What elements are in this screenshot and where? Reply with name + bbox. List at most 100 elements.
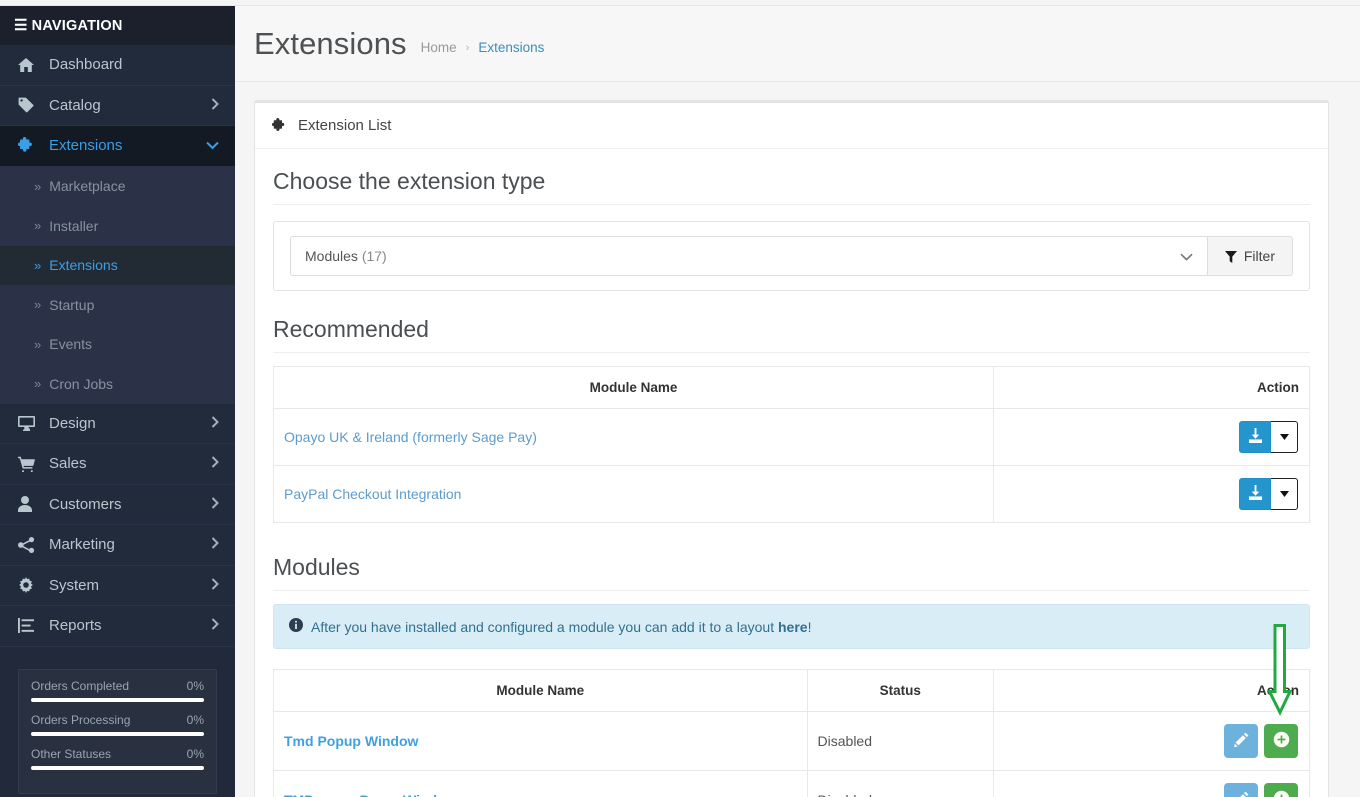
edit-button[interactable] [1224, 724, 1258, 758]
download-icon [1248, 428, 1263, 446]
download-button-group [1239, 421, 1298, 453]
alert-link[interactable]: here [778, 619, 808, 635]
sidebar-item-cron-jobs[interactable]: » Cron Jobs [0, 364, 235, 404]
sidebar-item-extensions-sub[interactable]: » Extensions [0, 245, 235, 285]
chevron-right-icon [211, 98, 219, 113]
filter-button-label: Filter [1243, 248, 1275, 264]
stat-orders-processing: Orders Processing 0% [31, 713, 204, 736]
filter-button[interactable]: Filter [1207, 236, 1293, 276]
download-dropdown-toggle[interactable] [1271, 478, 1298, 510]
double-chevron-icon: » [34, 178, 41, 194]
sidebar-item-customers[interactable]: Customers [0, 484, 235, 525]
edit-button[interactable] [1224, 783, 1258, 797]
extension-type-selected: Modules [305, 248, 358, 264]
alert-text-after: ! [807, 618, 812, 635]
col-module-name: Module Name [273, 669, 808, 712]
table-header-row: Module Name Action [272, 366, 1310, 409]
sidebar-label-reports: Reports [49, 617, 102, 635]
breadcrumb-extensions[interactable]: Extensions [478, 40, 544, 55]
sidebar-item-system[interactable]: System [0, 565, 235, 606]
sidebar-item-sales[interactable]: Sales [0, 444, 235, 485]
double-chevron-icon: » [34, 257, 41, 273]
caret-down-icon [1279, 489, 1289, 499]
stat-value: 0% [186, 746, 204, 761]
stat-value: 0% [186, 678, 204, 693]
sidebar-label-extensions: Extensions [49, 137, 123, 155]
col-action: Action [993, 366, 1310, 409]
chevron-down-icon [1180, 249, 1193, 264]
sidebar-item-extensions[interactable]: Extensions [0, 126, 235, 167]
sidebar-item-reports[interactable]: Reports [0, 606, 235, 647]
monitor-icon [18, 415, 40, 431]
sidebar-label-design: Design [49, 414, 96, 432]
sidebar-item-dashboard[interactable]: Dashboard [0, 45, 235, 86]
recommended-module-link[interactable]: Opayo UK & Ireland (formerly Sage Pay) [284, 429, 537, 445]
modules-table: Module Name Status Action Tmd Popup Wind… [273, 669, 1310, 797]
download-button[interactable] [1239, 421, 1271, 453]
sidebar-item-installer[interactable]: » Installer [0, 206, 235, 246]
sidebar: ☰ NAVIGATION Dashboard Catalog Extension… [0, 6, 235, 797]
sidebar-item-design[interactable]: Design [0, 403, 235, 444]
double-chevron-icon: » [34, 376, 41, 392]
modules-heading: Modules [273, 551, 1310, 591]
chevron-right-icon [211, 497, 219, 512]
report-icon [18, 618, 40, 634]
download-button[interactable] [1239, 478, 1271, 510]
sidebar-label-startup: Startup [49, 296, 95, 313]
extension-type-count: (17) [361, 248, 387, 264]
panel-body: Choose the extension type Modules (17) F… [255, 149, 1328, 797]
sidebar-label-customers: Customers [49, 495, 122, 513]
stat-progress-bar [31, 731, 204, 736]
sidebar-label-marketplace: Marketplace [49, 178, 126, 195]
alert-text: After you have installed and configured … [311, 619, 811, 635]
sidebar-label-installer: Installer [49, 217, 99, 234]
user-icon [18, 496, 40, 513]
recommended-module-link[interactable]: PayPal Checkout Integration [284, 486, 461, 502]
page-title: Extensions [254, 25, 407, 61]
plus-circle-icon [1273, 731, 1290, 751]
breadcrumb-home[interactable]: Home [421, 40, 457, 55]
sidebar-label-marketing: Marketing [49, 536, 115, 554]
tag-icon [18, 97, 40, 113]
main-content: Extensions Home › Extensions Extension L… [235, 6, 1360, 797]
filter-well: Modules (17) Filter [273, 221, 1310, 291]
download-dropdown-toggle[interactable] [1271, 421, 1298, 453]
sidebar-item-marketplace[interactable]: » Marketplace [0, 167, 235, 207]
chevron-right-icon: › [465, 41, 470, 54]
module-link[interactable]: TMD menu PopupWindow [284, 792, 457, 797]
navigation-header-label: NAVIGATION [31, 17, 123, 34]
hamburger-icon: ☰ [14, 17, 28, 34]
stat-label: Orders Processing [31, 712, 131, 727]
order-stats-box: Orders Completed 0% Orders Processing 0%… [18, 668, 217, 794]
alert-text-before: After you have installed and configured … [311, 618, 778, 635]
sidebar-item-events[interactable]: » Events [0, 325, 235, 365]
install-button[interactable] [1264, 783, 1298, 797]
puzzle-icon [272, 118, 287, 133]
sidebar-label-events: Events [49, 336, 93, 353]
module-status: Disabled [806, 711, 995, 771]
sidebar-item-startup[interactable]: » Startup [0, 285, 235, 325]
pencil-icon [1233, 732, 1249, 750]
chevron-right-icon [211, 416, 219, 431]
pencil-icon [1234, 791, 1249, 797]
extension-type-select[interactable]: Modules (17) [290, 236, 1208, 276]
sidebar-item-catalog[interactable]: Catalog [0, 85, 235, 126]
app-root: ☰ NAVIGATION Dashboard Catalog Extension… [0, 0, 1360, 797]
caret-down-icon [1279, 432, 1289, 442]
col-status: Status [806, 669, 995, 712]
breadcrumb: Home › Extensions [421, 32, 545, 55]
stat-orders-completed: Orders Completed 0% [31, 679, 204, 702]
install-button[interactable] [1264, 724, 1298, 758]
chevron-right-icon [211, 578, 219, 593]
puzzle-icon [18, 137, 40, 154]
funnel-icon [1224, 250, 1237, 263]
navigation-header[interactable]: ☰ NAVIGATION [0, 6, 235, 45]
chevron-right-icon [211, 456, 219, 471]
module-link[interactable]: Tmd Popup Window [284, 733, 418, 749]
sidebar-label-system: System [49, 576, 100, 594]
table-row: TMD menu PopupWindow Disabled [273, 770, 1310, 797]
sidebar-item-marketing[interactable]: Marketing [0, 525, 235, 566]
sidebar-label-extensions-sub: Extensions [49, 257, 118, 274]
panel-title: Extension List [298, 117, 392, 134]
download-button-group [1239, 478, 1298, 510]
